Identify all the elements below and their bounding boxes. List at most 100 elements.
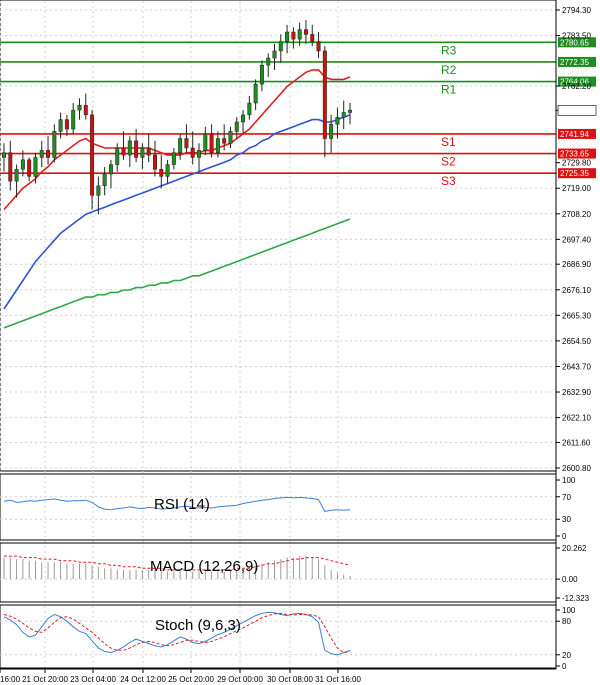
x-tick-label: 16:00: [0, 675, 21, 684]
candle-body: [303, 29, 308, 35]
candle-body: [253, 83, 258, 104]
macd-panel: 20.262 0.00 -12.323 MACD (12,26,9): [0, 542, 590, 603]
rsi-title: RSI (14): [154, 496, 210, 513]
candle-body: [247, 102, 252, 116]
y-tick-label: 2665.30: [562, 311, 591, 320]
x-tick-label: 29 Oct 00:00: [217, 675, 263, 684]
candle-body: [8, 152, 13, 182]
y-tick-label: 2676.10: [562, 286, 591, 295]
y-tick-label: 2719.00: [562, 184, 591, 193]
y-tick-label: 2600.80: [562, 464, 591, 473]
y-tick-label: 2611.60: [562, 438, 591, 447]
x-tick-label: 30 Oct 08:00: [267, 675, 313, 684]
candle-body: [197, 150, 201, 158]
y-tick-label: 0: [562, 532, 567, 541]
candle-body: [285, 31, 290, 42]
candle-body: [2, 152, 6, 158]
candle-body: [153, 154, 157, 170]
y-tick-label: 2783.50: [562, 32, 591, 41]
level-name-s1: S1: [441, 135, 456, 149]
candle-body: [140, 147, 145, 158]
price-grid: [0, 1, 556, 668]
candle-body: [234, 121, 239, 132]
candle-body: [310, 34, 315, 42]
time-axis: 16:00 21 Oct 20:00 23 Oct 04:00 24 Oct 12:0…: [0, 0, 557, 684]
candle-body: [335, 116, 340, 125]
candle-body: [115, 147, 120, 165]
level-price-label: 2725.35: [560, 169, 589, 178]
candle-body: [228, 131, 233, 144]
y-tick-label: 2794.30: [562, 6, 591, 15]
level-name-r2: R2: [441, 63, 457, 77]
candle-body: [184, 138, 189, 149]
candle-body: [146, 147, 151, 156]
candle-body: [209, 133, 214, 153]
y-tick-label: 2654.50: [562, 337, 591, 346]
y-tick-label: -12.323: [562, 594, 590, 603]
level-name-r1: R1: [441, 83, 457, 97]
y-tick-label: 2632.90: [562, 388, 591, 397]
x-tick-label: 21 Oct 20:00: [22, 675, 68, 684]
candle-body: [71, 109, 76, 130]
y-tick-label: 20.262: [562, 544, 587, 553]
candle-body: [322, 50, 327, 139]
price-axis: 2794.302783.502762.202751.932719.002708.…: [556, 6, 597, 473]
candle-body: [58, 119, 63, 132]
candle-body: [259, 64, 264, 85]
x-tick-label: 25 Oct 20:00: [168, 675, 214, 684]
rsi-panel-frame: [0, 473, 557, 541]
level-name-r3: R3: [441, 43, 457, 57]
last-price-box: [557, 104, 597, 116]
y-tick-label: 2708.20: [562, 210, 591, 219]
candle-body: [33, 157, 38, 177]
macd-title: MACD (12,26,9): [150, 558, 258, 575]
candle-body: [178, 138, 183, 153]
y-tick-label: 2643.70: [562, 362, 591, 371]
y-tick-label: 0.00: [562, 575, 578, 584]
candle-body: [348, 109, 352, 113]
level-name-s3: S3: [441, 174, 456, 188]
candle-body: [90, 114, 95, 196]
candle-body: [14, 169, 19, 182]
y-tick-label: 2729.80: [562, 159, 591, 168]
candle-body: [64, 119, 69, 130]
candle-body: [171, 152, 176, 165]
y-tick-label: 20: [562, 651, 571, 660]
y-tick-label: 2697.40: [562, 235, 591, 244]
candle-body: [77, 105, 82, 111]
candle-body: [203, 133, 208, 151]
candle-body: [159, 169, 164, 177]
pivot-levels: R32780.65R22772.35R12764.06S12741.94S227…: [0, 37, 596, 188]
candle-body: [316, 41, 321, 52]
candle-body: [121, 147, 126, 156]
x-tick-label: 23 Oct 04:00: [70, 675, 116, 684]
level-name-s2: S2: [441, 155, 456, 169]
level-price-label: 2733.65: [560, 150, 589, 159]
candle-body: [20, 159, 25, 170]
candle-body: [278, 41, 283, 52]
candle-body: [46, 150, 51, 158]
moving-averages: [3, 69, 351, 329]
candle-body: [102, 173, 107, 187]
candle-body: [215, 138, 220, 153]
y-tick-label: 2622.10: [562, 414, 591, 423]
y-tick-label: 2686.90: [562, 260, 591, 269]
y-tick-label: 30: [562, 515, 571, 524]
macd-axis: 20.262 0.00 -12.323: [556, 544, 590, 603]
forex-chart: R32780.65R22772.35R12764.06S12741.94S227…: [0, 0, 597, 684]
candle-body: [39, 150, 44, 158]
candle-body: [272, 50, 277, 59]
rsi-panel: 100 70 30 0 RSI (14): [0, 473, 576, 541]
level-price-label: 2772.35: [560, 58, 589, 67]
y-tick-label: 80: [562, 617, 571, 626]
candle-body: [165, 164, 170, 177]
stoch-panel: 100 80 20 0 Stoch (9,6,3): [0, 604, 576, 671]
candle-body: [329, 124, 334, 139]
candle-body: [241, 114, 246, 123]
candle-body: [96, 185, 101, 196]
y-tick-label: 70: [562, 493, 571, 502]
price-panel-frame: [0, 0, 557, 472]
x-tick-label: 24 Oct 12:00: [120, 675, 166, 684]
candle-body: [266, 57, 271, 66]
macd-panel-frame: [0, 542, 557, 603]
